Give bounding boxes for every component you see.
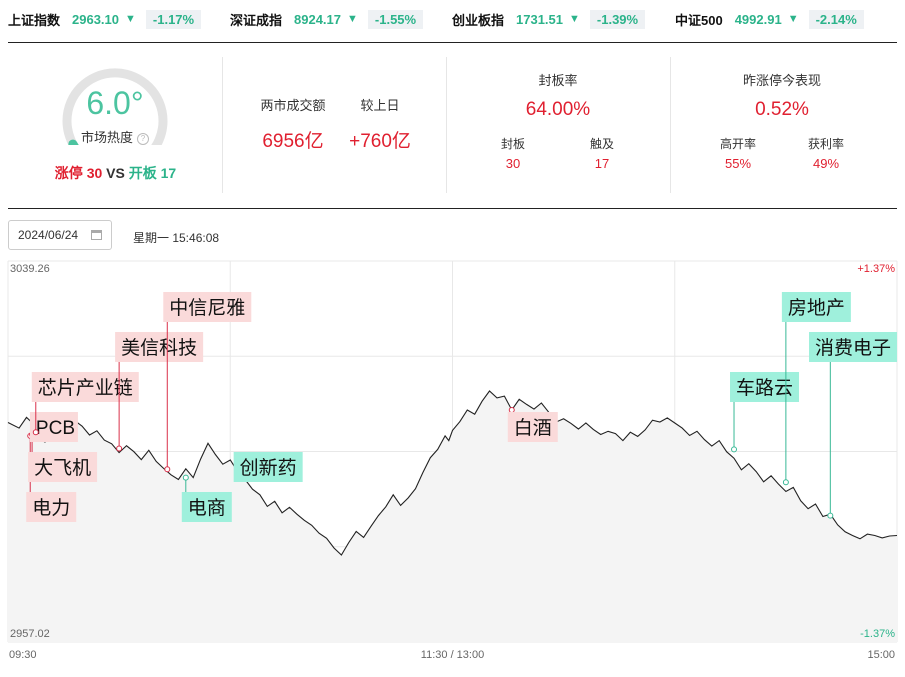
tag-label: 大飞机 xyxy=(34,457,91,479)
turnover-change-value: +760亿 xyxy=(349,131,411,152)
touched-value: 17 xyxy=(594,156,610,171)
tag-anchor-dot xyxy=(782,479,789,486)
open-board-label: 开板 xyxy=(128,165,157,181)
tag-anchor-dot xyxy=(827,512,834,519)
touched-label: 触及 xyxy=(589,137,614,151)
ticker-value: 2963.10 xyxy=(72,11,120,27)
pct-axis-bottom-label: -1.37% xyxy=(860,628,895,640)
yesterday-limit-up-value: 0.52% xyxy=(755,99,809,120)
seal-rate-label: 封板率 xyxy=(538,73,578,88)
market-heat-value: 6.0° xyxy=(86,85,144,121)
tag-label: 创新药 xyxy=(240,457,297,479)
tag-label: 房地产 xyxy=(788,297,845,319)
date-picker-value: 2024/06/24 xyxy=(18,228,79,242)
timestamp: 星期一 15:46:08 xyxy=(133,231,220,245)
down-arrow-icon: ▼ xyxy=(787,13,799,25)
tag-label: 车路云 xyxy=(736,377,793,399)
concept-tag[interactable]: 消费电子 xyxy=(809,332,897,519)
vs-text: VS xyxy=(106,165,125,181)
down-arrow-icon: ▼ xyxy=(125,13,136,25)
tag-anchor-dot xyxy=(508,406,515,413)
profit-rate-value: 49% xyxy=(812,156,840,171)
panel-divider xyxy=(446,57,447,193)
tag-label: 中信尼雅 xyxy=(169,297,245,319)
down-arrow-icon: ▼ xyxy=(347,13,358,25)
index-ticker-bar: 上证指数 2963.10 ▼ -1.17% 深证成指 8924.17 ▼ -1.… xyxy=(0,0,905,36)
help-icon[interactable]: ? xyxy=(137,133,149,145)
x-axis-tick-label: 09:30 xyxy=(9,649,37,661)
sealed-value: 30 xyxy=(505,156,521,171)
tag-label: 白酒 xyxy=(514,417,552,439)
limit-up-vs-open: 涨停 30 VS 开板 17 xyxy=(28,163,203,183)
ticker-value: 1731.51 xyxy=(516,11,564,27)
tag-anchor-dot xyxy=(731,446,738,453)
yesterday-limit-up-label: 昨涨停今表现 xyxy=(742,73,821,88)
seal-rate-value: 64.00% xyxy=(525,99,591,120)
tag-label: 芯片产业链 xyxy=(38,377,133,399)
down-arrow-icon: ▼ xyxy=(569,13,580,25)
concept-tag[interactable]: 创新药 xyxy=(233,452,303,482)
ticker-change-badge: -1.55% xyxy=(367,9,424,29)
tag-label: PCB xyxy=(36,418,75,439)
ticker-change-badge: -2.14% xyxy=(808,9,864,29)
tag-anchor-dot xyxy=(182,474,189,481)
high-open-rate-value: 55% xyxy=(724,156,752,171)
date-picker[interactable]: 2024/06/24 xyxy=(8,220,112,250)
tag-label: 美信科技 xyxy=(121,337,197,359)
tag-anchor-dot xyxy=(32,429,39,436)
profit-rate-label: 获利率 xyxy=(807,137,844,151)
open-board-count: 17 xyxy=(160,165,177,181)
ticker-value: 8924.17 xyxy=(294,11,342,27)
ticker-item-shenzhen[interactable]: 深证成指 8924.17 ▼ -1.55% xyxy=(230,9,424,29)
ticker-item-shanghai[interactable]: 上证指数 2963.10 ▼ -1.17% xyxy=(8,9,202,29)
ticker-item-csi500[interactable]: 中证500 4992.91 ▼ -2.14% xyxy=(675,9,864,29)
intraday-chart[interactable]: 3039.26 2957.02 +1.37% -1.37% 09:30 11:30 / 1… xyxy=(0,255,905,677)
ticker-name: 上证指数 xyxy=(8,12,61,28)
tag-label: 消费电子 xyxy=(815,337,891,359)
market-heat-label-text: 市场热度 xyxy=(80,130,133,145)
ticker-value: 4992.91 xyxy=(734,11,782,27)
tag-anchor-dot xyxy=(116,445,123,452)
concept-tag[interactable]: 车路云 xyxy=(730,372,800,453)
panel-divider xyxy=(670,57,671,193)
y-axis-bottom-label: 2957.02 xyxy=(10,628,50,640)
stats-divider xyxy=(8,208,897,209)
ticker-name: 创业板指 xyxy=(452,12,505,28)
pct-axis-top-label: +1.37% xyxy=(857,263,895,275)
limit-up-count: 30 xyxy=(86,165,103,181)
concept-tag[interactable]: 白酒 xyxy=(507,406,558,442)
limit-up-label: 涨停 xyxy=(54,165,83,181)
y-axis-top-label: 3039.26 xyxy=(10,263,50,275)
turnover-label: 两市成交额 xyxy=(260,98,326,113)
concept-tag[interactable]: PCB xyxy=(29,412,78,442)
market-heat-label: 市场热度? xyxy=(30,127,200,146)
tag-label: 电力 xyxy=(32,497,70,519)
ticker-name: 中证500 xyxy=(675,12,723,28)
turnover-change-label: 较上日 xyxy=(360,98,400,113)
x-axis-tick-label: 11:30 / 13:00 xyxy=(421,649,484,661)
turnover-value: 6956亿 xyxy=(262,131,324,152)
high-open-rate-label: 高开率 xyxy=(719,137,756,151)
ticker-name: 深证成指 xyxy=(230,12,283,28)
tag-label: 电商 xyxy=(188,497,226,519)
ticker-change-badge: -1.17% xyxy=(145,9,202,29)
panel-divider xyxy=(222,57,223,193)
x-axis-tick-label: 15:00 xyxy=(867,649,895,661)
calendar-icon xyxy=(91,230,102,240)
top-divider xyxy=(8,42,897,43)
ticker-change-badge: -1.39% xyxy=(589,9,646,29)
ticker-item-chinext[interactable]: 创业板指 1731.51 ▼ -1.39% xyxy=(452,9,646,29)
sealed-label: 封板 xyxy=(500,137,525,151)
tag-anchor-dot xyxy=(164,466,171,473)
